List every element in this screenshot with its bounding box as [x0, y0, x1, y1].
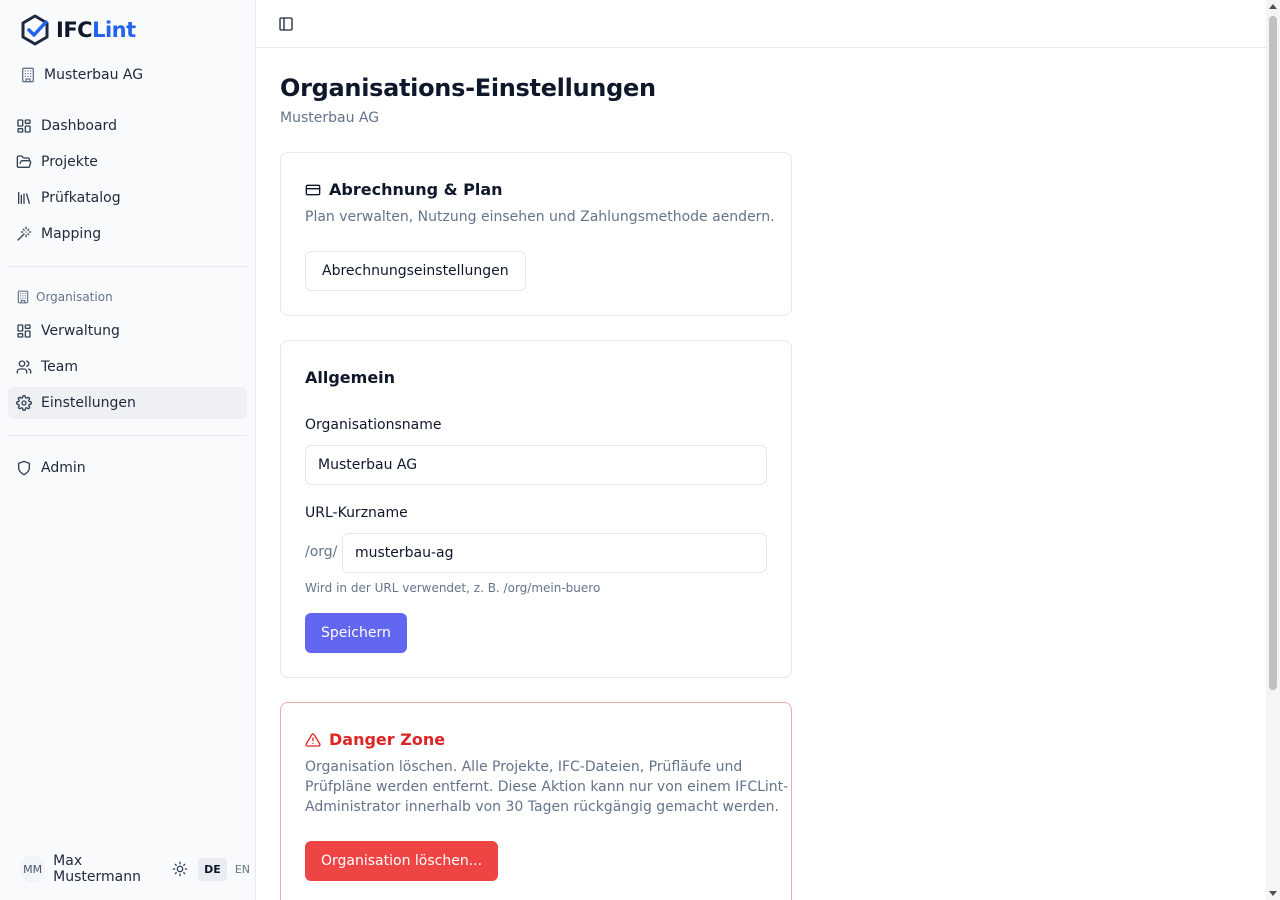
- sun-icon[interactable]: [172, 861, 188, 877]
- sidebar-item-label: Team: [41, 359, 79, 375]
- library-icon: [18, 192, 30, 204]
- layout-grid-icon: [17, 324, 31, 338]
- billing-settings-button[interactable]: Abrechnungseinstellungen: [305, 251, 526, 291]
- settings-icon: [16, 395, 32, 411]
- org-name-input[interactable]: [305, 445, 767, 485]
- shield-icon: [18, 460, 30, 476]
- sidebar-item-admin[interactable]: Admin: [8, 452, 247, 484]
- danger-description-line: Organisation löschen. Alle Projekte, IFC…: [305, 759, 743, 775]
- sidebar-item-team[interactable]: Team: [8, 351, 247, 383]
- sidebar: IFCLint Musterbau AG Dashboard Projekte …: [0, 0, 256, 900]
- sidebar-item-label: Projekte: [41, 154, 98, 170]
- scroll-up-arrow[interactable]: [1269, 4, 1277, 9]
- billing-card-title-text: Abrechnung & Plan: [329, 180, 503, 199]
- topbar: [256, 0, 1268, 48]
- sidebar-item-projekte[interactable]: Projekte: [8, 146, 247, 178]
- section-label-text: Organisation: [36, 290, 113, 304]
- language-en-button[interactable]: EN: [229, 858, 256, 881]
- danger-zone-title-text: Danger Zone: [329, 730, 446, 749]
- sidebar-item-label: Verwaltung: [41, 323, 120, 339]
- general-card: Allgemein Organisationsname URL-Kurzname…: [280, 340, 792, 678]
- user-name[interactable]: Max Mustermann: [53, 853, 162, 885]
- page-title: Organisations-Einstellungen: [280, 74, 656, 102]
- save-button[interactable]: Speichern: [305, 613, 407, 653]
- brand-name: IFCLint: [56, 18, 136, 42]
- user-footer: MM Max Mustermann DE EN: [20, 853, 256, 885]
- slug-label: URL-Kurzname: [305, 505, 408, 521]
- org-name-label: Organisationsname: [305, 417, 442, 433]
- danger-description-line: Prüfpläne werden entfernt. Diese Aktion …: [305, 779, 789, 795]
- alert-triangle-icon: [305, 732, 321, 747]
- users-icon: [16, 360, 32, 374]
- sidebar-item-pruefkatalog[interactable]: Prüfkatalog: [8, 182, 247, 214]
- logo[interactable]: IFCLint: [20, 14, 136, 46]
- scroll-thumb[interactable]: [1269, 16, 1277, 690]
- sidebar-item-label: Admin: [41, 460, 86, 476]
- sidebar-item-label: Dashboard: [41, 118, 117, 134]
- slug-hint: Wird in der URL verwendet, z. B. /org/me…: [305, 581, 601, 595]
- billing-card: Abrechnung & Plan Plan verwalten, Nutzun…: [280, 152, 792, 316]
- avatar[interactable]: MM: [20, 855, 46, 883]
- building-icon: [22, 67, 34, 83]
- folder-open-icon: [16, 155, 32, 168]
- sidebar-item-label: Mapping: [41, 226, 102, 242]
- billing-card-title: Abrechnung & Plan: [305, 180, 503, 199]
- language-switcher: DE EN: [198, 857, 256, 881]
- slug-input[interactable]: [342, 533, 767, 573]
- wand-icon: [17, 226, 32, 241]
- sidebar-item-dashboard[interactable]: Dashboard: [8, 110, 247, 142]
- danger-description-line: Administrator innerhalb von 30 Tagen rüc…: [305, 799, 779, 815]
- sidebar-item-label: Einstellungen: [41, 395, 136, 411]
- sidebar-divider: [8, 266, 247, 267]
- scroll-down-arrow[interactable]: [1269, 891, 1277, 896]
- scrollbar[interactable]: [1266, 0, 1280, 900]
- sidebar-item-verwaltung[interactable]: Verwaltung: [8, 315, 247, 347]
- delete-organisation-button[interactable]: Organisation löschen...: [305, 841, 499, 881]
- main-content: Organisations-Einstellungen Musterbau AG…: [256, 48, 1266, 900]
- logo-check-icon: [21, 14, 49, 46]
- layout-grid-icon: [17, 119, 31, 133]
- sidebar-divider: [8, 435, 247, 436]
- sidebar-toggle-icon[interactable]: [278, 16, 294, 36]
- credit-card-icon: [305, 184, 321, 195]
- billing-card-description: Plan verwalten, Nutzung einsehen und Zah…: [305, 209, 775, 225]
- sidebar-item-label: Prüfkatalog: [41, 190, 121, 206]
- section-label-organisation: Organisation: [16, 290, 113, 304]
- general-card-title: Allgemein: [305, 368, 396, 387]
- org-switcher[interactable]: Musterbau AG: [20, 67, 143, 83]
- sidebar-item-mapping[interactable]: Mapping: [8, 218, 247, 250]
- language-de-button[interactable]: DE: [198, 857, 227, 881]
- slug-prefix: /org/: [305, 544, 338, 560]
- page-subtitle: Musterbau AG: [280, 110, 380, 126]
- danger-zone-description: Organisation löschen. Alle Projekte, IFC…: [305, 757, 788, 817]
- org-switcher-label: Musterbau AG: [44, 67, 144, 83]
- sidebar-item-einstellungen[interactable]: Einstellungen: [8, 387, 247, 419]
- danger-zone-title: Danger Zone: [305, 730, 445, 749]
- danger-zone-card: Danger Zone Organisation löschen. Alle P…: [280, 702, 792, 900]
- building-icon: [17, 290, 29, 304]
